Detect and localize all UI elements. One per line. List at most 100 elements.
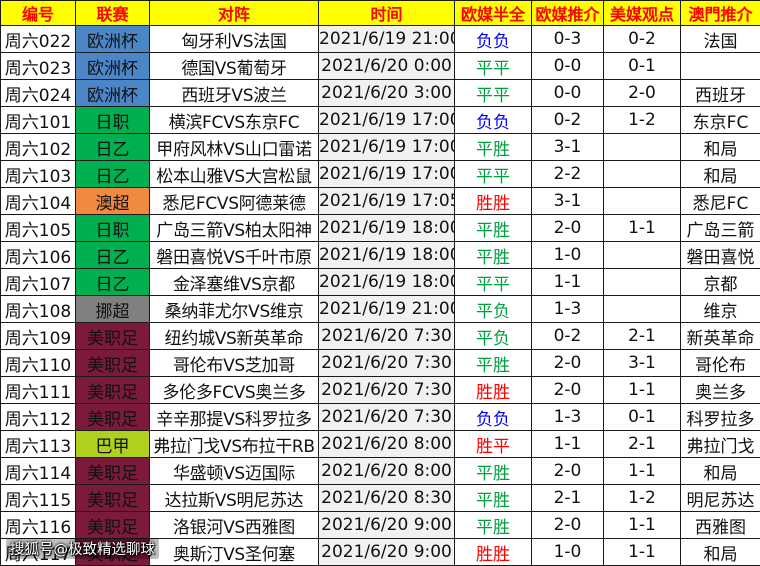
cell-us-view	[604, 188, 681, 215]
cell-time: 2021/6/19 18:00	[319, 215, 455, 242]
cell-league: 美职足	[76, 512, 150, 539]
cell-us-view: 1-1	[604, 215, 681, 242]
cell-euro-halffull: 平负	[455, 323, 532, 350]
cell-fixture: 辛辛那提VS科罗拉多	[150, 404, 319, 431]
cell-euro-pick: 2-0	[532, 350, 604, 377]
cell-us-view: 1-1	[604, 539, 681, 566]
cell-euro-pick: 2-0	[532, 458, 604, 485]
cell-match-id: 周六102	[1, 134, 76, 161]
cell-us-view: 0-1	[604, 53, 681, 80]
cell-euro-halffull: 平平	[455, 161, 532, 188]
table-row: 周六113巴甲弗拉门戈VS布拉干RB2021/6/20 8:00胜平1-12-1…	[1, 431, 760, 458]
cell-match-id: 周六110	[1, 350, 76, 377]
cell-time: 2021/6/20 9:00	[319, 512, 455, 539]
cell-euro-halffull: 平胜	[455, 215, 532, 242]
table-row: 周六022欧洲杯匈牙利VS法国2021/6/19 21:00负负0-30-2法国	[1, 26, 760, 53]
cell-fixture: 甲府风林VS山口雷诺	[150, 134, 319, 161]
cell-time: 2021/6/19 17:05	[319, 188, 455, 215]
cell-euro-pick: 0-0	[532, 80, 604, 107]
cell-us-view: 1-1	[604, 458, 681, 485]
cell-euro-pick: 1-1	[532, 269, 604, 296]
cell-match-id: 周六113	[1, 431, 76, 458]
cell-match-id: 周六116	[1, 512, 76, 539]
cell-league: 日职	[76, 215, 150, 242]
cell-us-view: 1-1	[604, 512, 681, 539]
cell-league: 日乙	[76, 134, 150, 161]
cell-match-id: 周六107	[1, 269, 76, 296]
cell-time: 2021/6/20 8:30	[319, 485, 455, 512]
cell-macau-pick: 和局	[681, 458, 760, 485]
cell-us-view	[604, 161, 681, 188]
cell-euro-halffull: 平胜	[455, 512, 532, 539]
cell-match-id: 周六023	[1, 53, 76, 80]
cell-euro-pick: 1-1	[532, 431, 604, 458]
header-us-view: 美媒观点	[604, 1, 681, 26]
cell-fixture: 德国VS葡萄牙	[150, 53, 319, 80]
header-macau-pick: 澳門推介	[681, 1, 760, 26]
cell-fixture: 华盛顿VS迈国际	[150, 458, 319, 485]
table-row: 周六111美职足多伦多FCVS奥兰多2021/6/20 7:30胜胜2-01-1…	[1, 377, 760, 404]
cell-fixture: 广岛三箭VS柏太阳神	[150, 215, 319, 242]
cell-euro-halffull: 平平	[455, 269, 532, 296]
header-euro-halffull: 欧媒半全	[455, 1, 532, 26]
cell-time: 2021/6/20 9:00	[319, 539, 455, 566]
cell-league: 美职足	[76, 350, 150, 377]
watermark: 搜狐号@极致精选聊球	[6, 538, 159, 559]
table-row: 周六105日职广岛三箭VS柏太阳神2021/6/19 18:00平胜2-01-1…	[1, 215, 760, 242]
cell-euro-halffull: 平胜	[455, 485, 532, 512]
cell-macau-pick: 悉尼FC	[681, 188, 760, 215]
cell-time: 2021/6/20 8:00	[319, 431, 455, 458]
cell-us-view: 0-2	[604, 26, 681, 53]
cell-euro-halffull: 负负	[455, 404, 532, 431]
cell-euro-pick: 0-2	[532, 323, 604, 350]
cell-us-view	[604, 296, 681, 323]
cell-time: 2021/6/20 7:30	[319, 323, 455, 350]
cell-match-id: 周六115	[1, 485, 76, 512]
cell-match-id: 周六106	[1, 242, 76, 269]
table-row: 周六110美职足哥伦布VS芝加哥2021/6/20 7:30平胜2-03-1哥伦…	[1, 350, 760, 377]
cell-euro-halffull: 胜平	[455, 431, 532, 458]
cell-us-view: 0-1	[604, 404, 681, 431]
cell-us-view	[604, 134, 681, 161]
cell-euro-halffull: 负负	[455, 26, 532, 53]
cell-us-view: 1-2	[604, 107, 681, 134]
cell-euro-pick: 1-3	[532, 296, 604, 323]
cell-euro-pick: 2-0	[532, 215, 604, 242]
cell-euro-pick: 3-1	[532, 134, 604, 161]
cell-match-id: 周六024	[1, 80, 76, 107]
cell-euro-pick: 0-0	[532, 53, 604, 80]
cell-fixture: 弗拉门戈VS布拉干RB	[150, 431, 319, 458]
cell-time: 2021/6/19 21:00	[319, 296, 455, 323]
cell-match-id: 周六111	[1, 377, 76, 404]
cell-league: 美职足	[76, 323, 150, 350]
cell-macau-pick: 明尼苏达	[681, 485, 760, 512]
cell-euro-pick: 1-0	[532, 539, 604, 566]
cell-league: 美职足	[76, 377, 150, 404]
cell-match-id: 周六112	[1, 404, 76, 431]
cell-time: 2021/6/20 7:30	[319, 377, 455, 404]
cell-fixture: 横滨FCVS东京FC	[150, 107, 319, 134]
cell-euro-pick: 0-3	[532, 26, 604, 53]
cell-macau-pick: 和局	[681, 539, 760, 566]
table-row: 周六107日乙金泽塞维VS京都2021/6/19 18:00平平1-1京都	[1, 269, 760, 296]
cell-time: 2021/6/19 18:00	[319, 242, 455, 269]
header-league: 联赛	[76, 1, 150, 26]
cell-league: 日乙	[76, 269, 150, 296]
cell-macau-pick	[681, 53, 760, 80]
cell-euro-pick: 3-1	[532, 188, 604, 215]
cell-macau-pick: 西班牙	[681, 80, 760, 107]
cell-macau-pick: 西雅图	[681, 512, 760, 539]
cell-euro-halffull: 平胜	[455, 242, 532, 269]
cell-euro-halffull: 平平	[455, 53, 532, 80]
table-row: 周六101日职横滨FCVS东京FC2021/6/19 17:00负负0-21-2…	[1, 107, 760, 134]
cell-league: 巴甲	[76, 431, 150, 458]
table-row: 周六108挪超桑纳菲尤尔VS维京2021/6/19 21:00平负1-3维京	[1, 296, 760, 323]
cell-time: 2021/6/20 0:00	[319, 53, 455, 80]
cell-euro-halffull: 平胜	[455, 350, 532, 377]
cell-league: 欧洲杯	[76, 53, 150, 80]
header-id: 编号	[1, 1, 76, 26]
cell-league: 日乙	[76, 242, 150, 269]
cell-euro-halffull: 平胜	[455, 458, 532, 485]
cell-macau-pick: 和局	[681, 134, 760, 161]
cell-macau-pick: 磐田喜悦	[681, 242, 760, 269]
